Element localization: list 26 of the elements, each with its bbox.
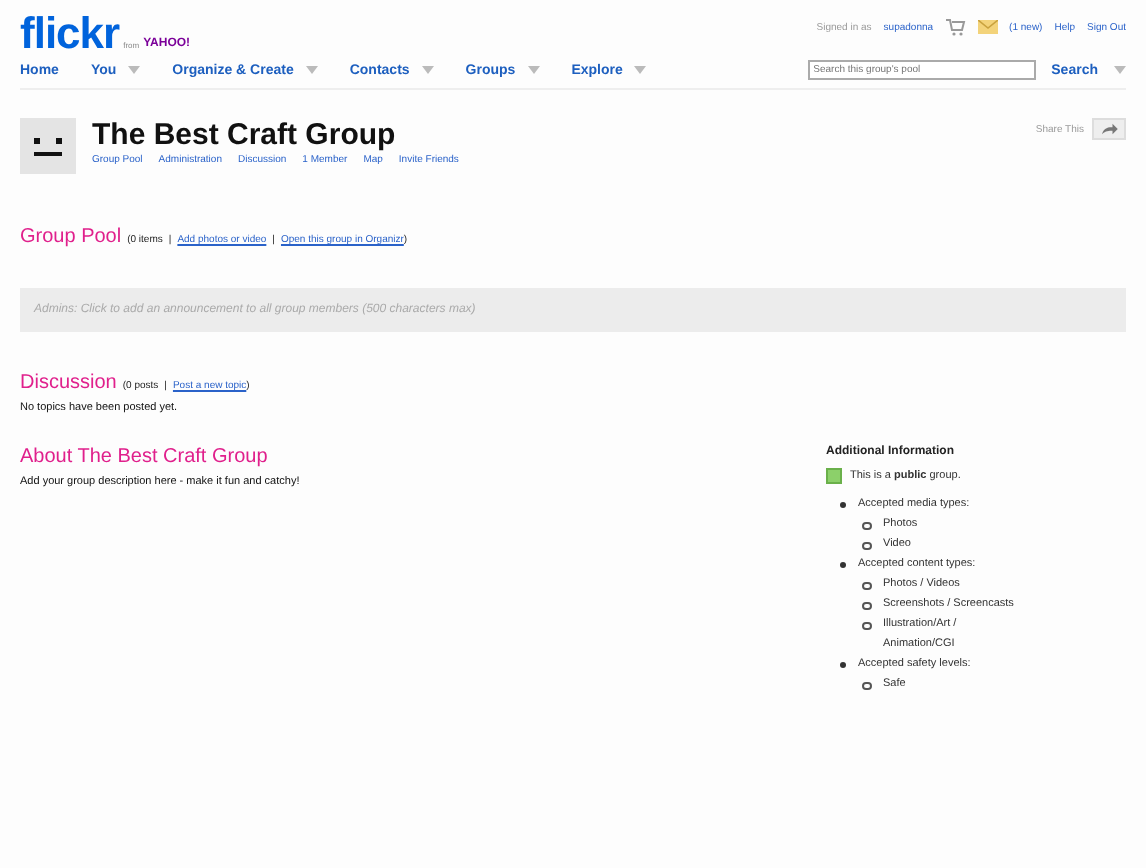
- share-button[interactable]: [1092, 118, 1126, 140]
- bullet-icon: [862, 681, 871, 690]
- bullet-icon: [840, 661, 846, 667]
- bullet-icon: [862, 621, 871, 630]
- envelope-icon[interactable]: [977, 20, 998, 34]
- public-icon: [826, 468, 842, 484]
- section-heading: About The Best Craft Group: [20, 446, 270, 468]
- flickr-logo[interactable]: flickr: [20, 12, 120, 56]
- caret-icon[interactable]: [305, 66, 318, 74]
- share-arrow-icon: [1100, 122, 1118, 136]
- section-heading: Group Pool: [20, 226, 122, 248]
- cart-icon[interactable]: [945, 18, 966, 36]
- caret-icon[interactable]: [1114, 66, 1126, 74]
- bullet-icon: [862, 541, 871, 550]
- section-heading: Discussion: [20, 372, 117, 394]
- bullet-icon: [840, 501, 846, 507]
- bullet-icon: [862, 601, 871, 610]
- bullet-icon: [840, 561, 846, 567]
- group-avatar-icon: [20, 118, 76, 174]
- bullet-icon: [862, 581, 871, 590]
- group-title: The Best Craft Group: [92, 118, 398, 152]
- bullet-icon: [862, 521, 871, 530]
- caret-icon[interactable]: [128, 66, 141, 74]
- caret-icon[interactable]: [634, 66, 647, 74]
- caret-icon[interactable]: [421, 66, 434, 74]
- caret-icon[interactable]: [527, 66, 540, 74]
